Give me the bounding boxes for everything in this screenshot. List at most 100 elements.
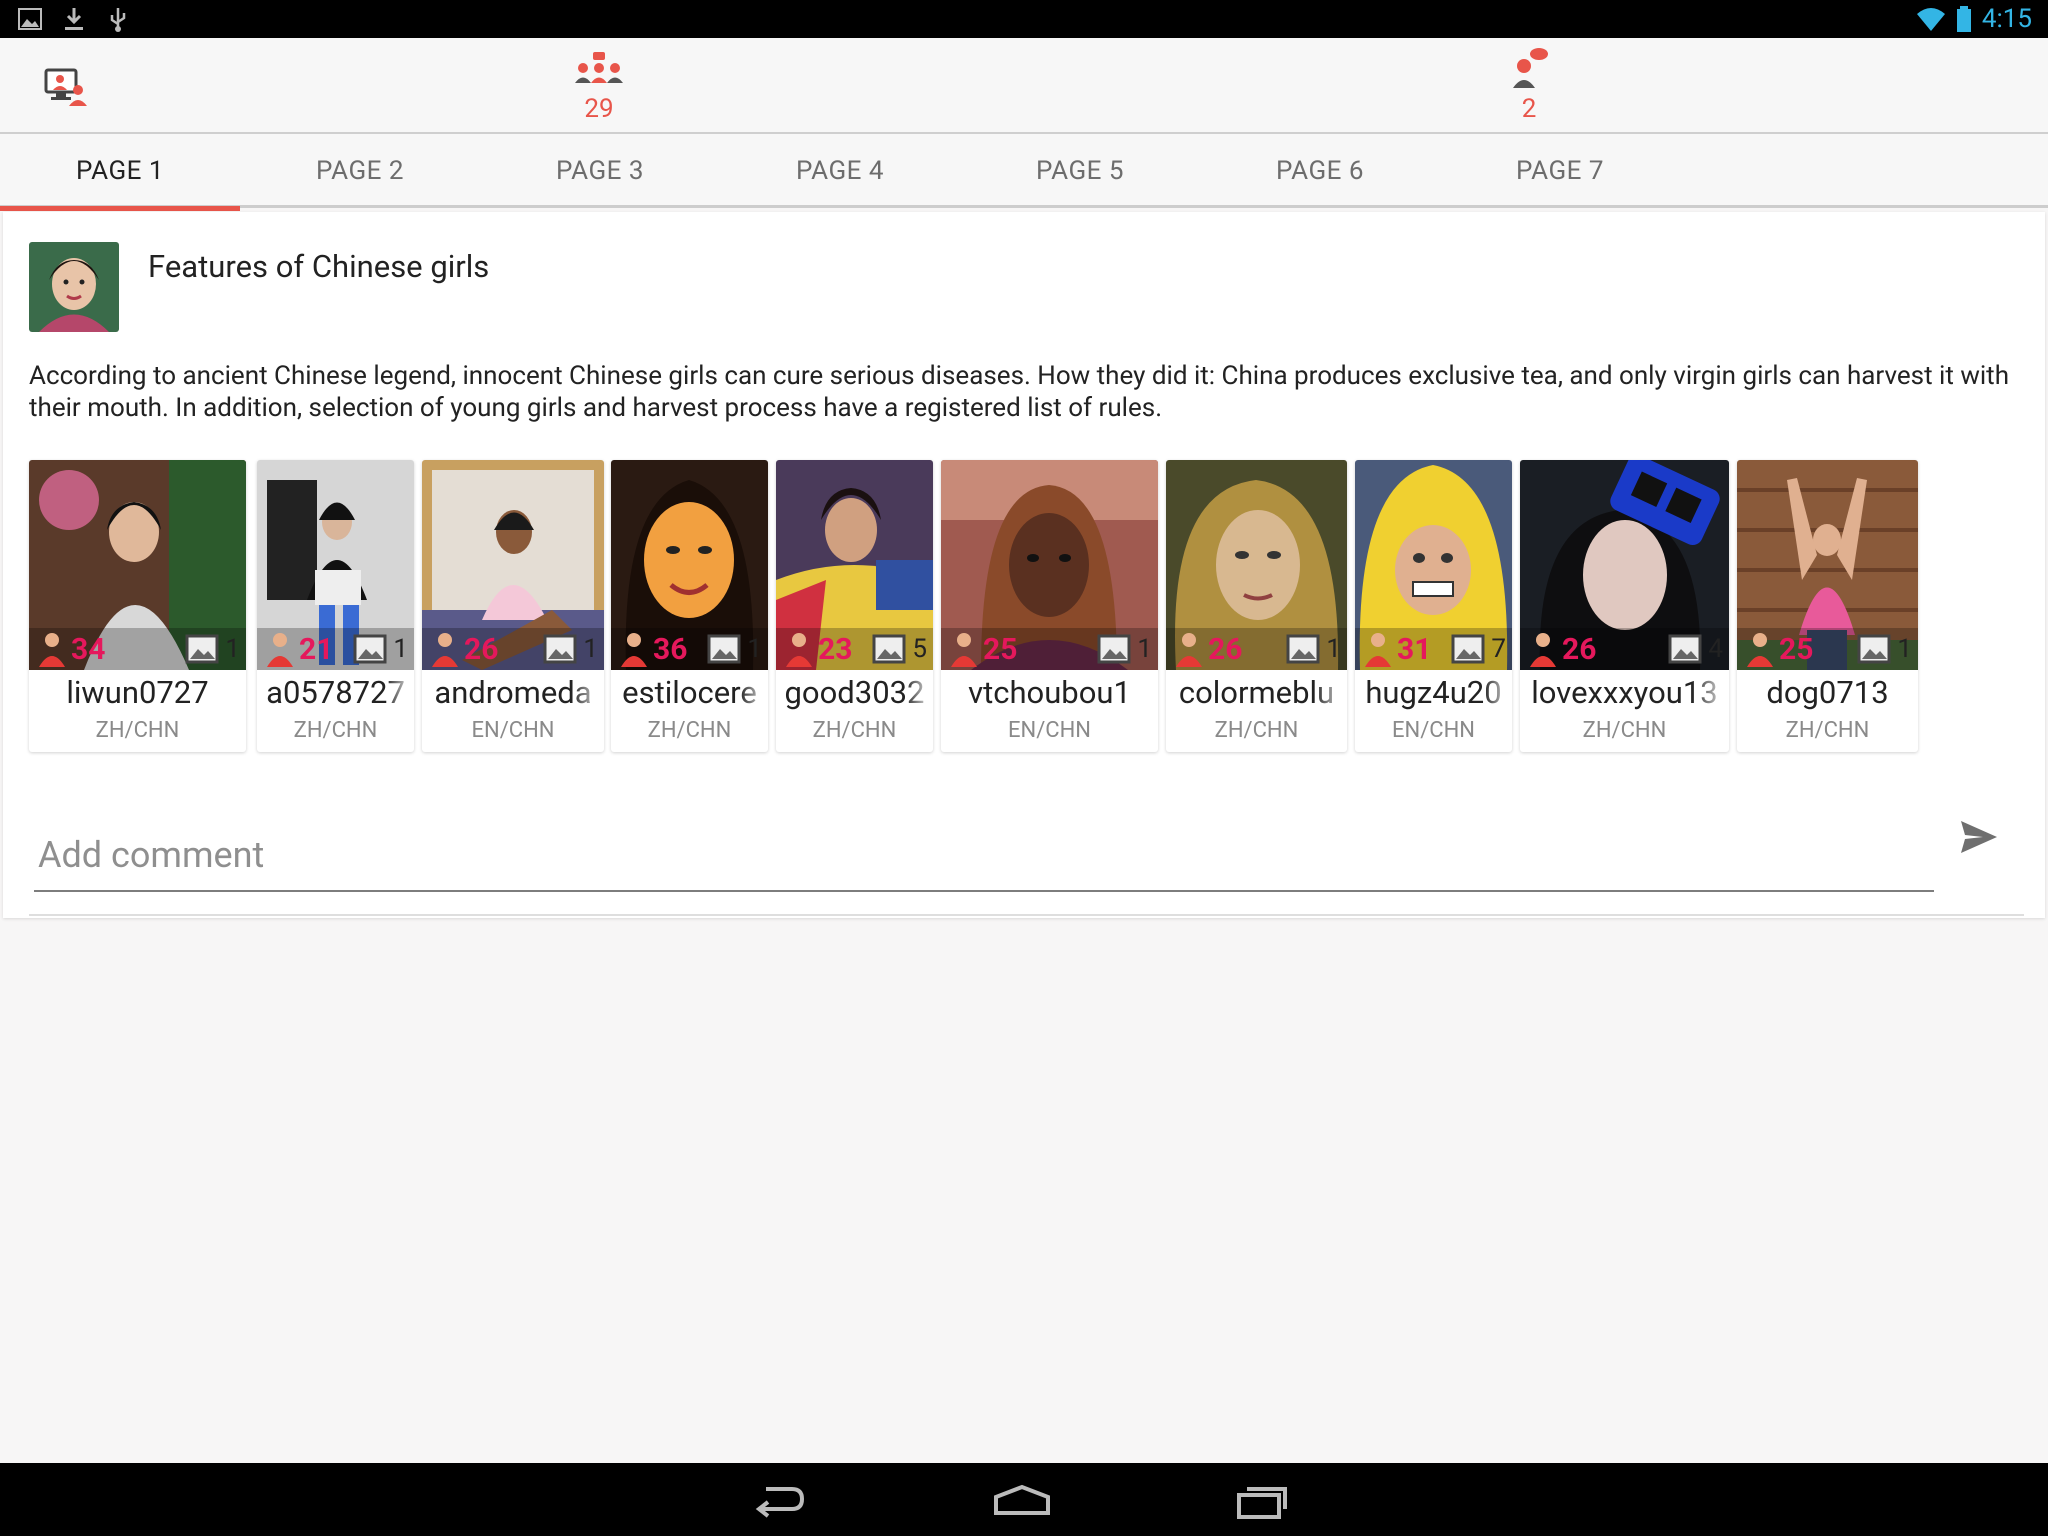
person-icon [267, 633, 293, 667]
person-icon [621, 633, 647, 667]
photo-icon [185, 634, 219, 664]
download-icon [65, 8, 83, 30]
age-badge: 25 [1745, 628, 1813, 670]
user-card[interactable]: 21 1 a0578727 ZH/CHN [257, 460, 414, 752]
photo-count: 1 [1286, 628, 1341, 670]
user-card[interactable]: 25 1 vtchoubou1 EN/CHN [941, 460, 1158, 752]
wifi-icon [1916, 8, 1945, 31]
person-icon [786, 633, 812, 667]
person-icon [1530, 633, 1556, 667]
photo-count: 1 [353, 628, 408, 670]
age-badge: 26 [430, 628, 498, 670]
language-country: EN/CHN [1008, 718, 1091, 743]
tab-page-2[interactable]: PAGE 2 [240, 134, 480, 208]
page-tabs: PAGE 1 PAGE 2 PAGE 3 PAGE 4 PAGE 5 PAGE … [0, 134, 2048, 211]
photo-icon [872, 634, 906, 664]
send-icon[interactable] [1959, 817, 1999, 857]
age-badge: 31 [1363, 628, 1431, 670]
group-chat-button[interactable]: 29 [569, 50, 629, 124]
username: colormeblu [1178, 674, 1335, 711]
photo-count: 1 [185, 628, 240, 670]
tab-page-4[interactable]: PAGE 4 [720, 134, 960, 208]
user-card[interactable]: 23 5 good3032 ZH/CHN [776, 460, 933, 752]
person-icon [1365, 633, 1391, 667]
photo-count: 4 [1668, 628, 1723, 670]
tab-page-6[interactable]: PAGE 6 [1200, 134, 1440, 208]
author-avatar[interactable] [29, 242, 119, 332]
photo-count: 1 [1097, 628, 1152, 670]
user-card[interactable]: 25 1 dog0713 ZH/CHN [1737, 460, 1918, 752]
post-card: Features of Chinese girls According to a… [3, 212, 2045, 918]
language-country: ZH/CHN [812, 718, 897, 743]
comment-input[interactable]: Add comment [34, 822, 1934, 892]
messages-count: 2 [1521, 94, 1537, 124]
username: a0578727 [266, 674, 405, 711]
language-country: EN/CHN [1392, 718, 1475, 743]
photo-icon [707, 634, 741, 664]
messages-button[interactable]: 2 [1505, 46, 1553, 124]
photo-icon [1451, 634, 1485, 664]
age-badge: 26 [1174, 628, 1242, 670]
usb-icon [110, 8, 126, 32]
username: good3032 [784, 674, 925, 711]
language-country: ZH/CHN [95, 718, 180, 743]
photo-icon [1097, 634, 1131, 664]
age-badge: 36 [619, 628, 687, 670]
language-country: EN/CHN [471, 718, 555, 743]
language-country: ZH/CHN [1582, 718, 1667, 743]
group-chat-count: 29 [584, 94, 614, 124]
username: estilocere [622, 674, 757, 711]
age-badge: 21 [265, 628, 333, 670]
photo-count: 5 [872, 628, 927, 670]
photo-count: 7 [1451, 628, 1506, 670]
user-card[interactable]: 26 1 colormeblu ZH/CHN [1166, 460, 1347, 752]
clock: 4:15 [1981, 4, 2032, 34]
user-card[interactable]: 26 1 andromeda EN/CHN [422, 460, 604, 752]
photo-icon [1857, 634, 1891, 664]
user-card[interactable]: 34 1 liwun0727 ZH/CHN [29, 460, 246, 752]
post-body: According to ancient Chinese legend, inn… [29, 361, 2010, 423]
video-chat-button[interactable] [42, 66, 90, 108]
tab-page-5[interactable]: PAGE 5 [960, 134, 1200, 208]
photo-icon [543, 634, 577, 664]
battery-icon [1956, 6, 1971, 32]
home-icon[interactable] [990, 1475, 1054, 1525]
tab-page-7[interactable]: PAGE 7 [1440, 134, 1680, 208]
username: dog0713 [1766, 674, 1889, 711]
photo-icon [1668, 634, 1702, 664]
person-icon [1176, 633, 1202, 667]
username: vtchoubou1 [968, 674, 1131, 711]
video-chat-icon [44, 68, 87, 106]
person-icon [951, 633, 977, 667]
age-badge: 26 [1528, 628, 1596, 670]
message-user-icon [1513, 48, 1548, 88]
photo-count: 1 [1857, 628, 1912, 670]
tab-page-1[interactable]: PAGE 1 [0, 134, 240, 211]
language-country: ZH/CHN [1214, 718, 1299, 743]
username: liwun0727 [66, 674, 209, 711]
action-bar: 29 2 [0, 38, 2048, 134]
group-chat-icon [575, 52, 623, 83]
post-title: Features of Chinese girls [148, 248, 490, 285]
language-country: ZH/CHN [647, 718, 732, 743]
age-badge: 23 [784, 628, 852, 670]
recents-icon[interactable] [1233, 1475, 1297, 1525]
status-bar: 4:15 [0, 0, 2048, 38]
gallery-icon [18, 8, 42, 30]
username: lovexxxyou13 [1531, 674, 1718, 711]
divider [29, 914, 2024, 916]
language-country: ZH/CHN [293, 718, 378, 743]
tab-page-3[interactable]: PAGE 3 [480, 134, 720, 208]
photo-count: 1 [707, 628, 762, 670]
age-badge: 34 [37, 628, 105, 670]
photo-count: 1 [543, 628, 598, 670]
photo-icon [353, 634, 387, 664]
username: hugz4u20 [1365, 674, 1502, 711]
photo-icon [1286, 634, 1320, 664]
user-card[interactable]: 31 7 hugz4u20 EN/CHN [1355, 460, 1512, 752]
user-card[interactable]: 26 4 lovexxxyou13 ZH/CHN [1520, 460, 1729, 752]
person-icon [432, 633, 458, 667]
user-card[interactable]: 36 1 estilocere ZH/CHN [611, 460, 768, 752]
back-icon[interactable] [748, 1475, 812, 1525]
age-badge: 25 [949, 628, 1017, 670]
